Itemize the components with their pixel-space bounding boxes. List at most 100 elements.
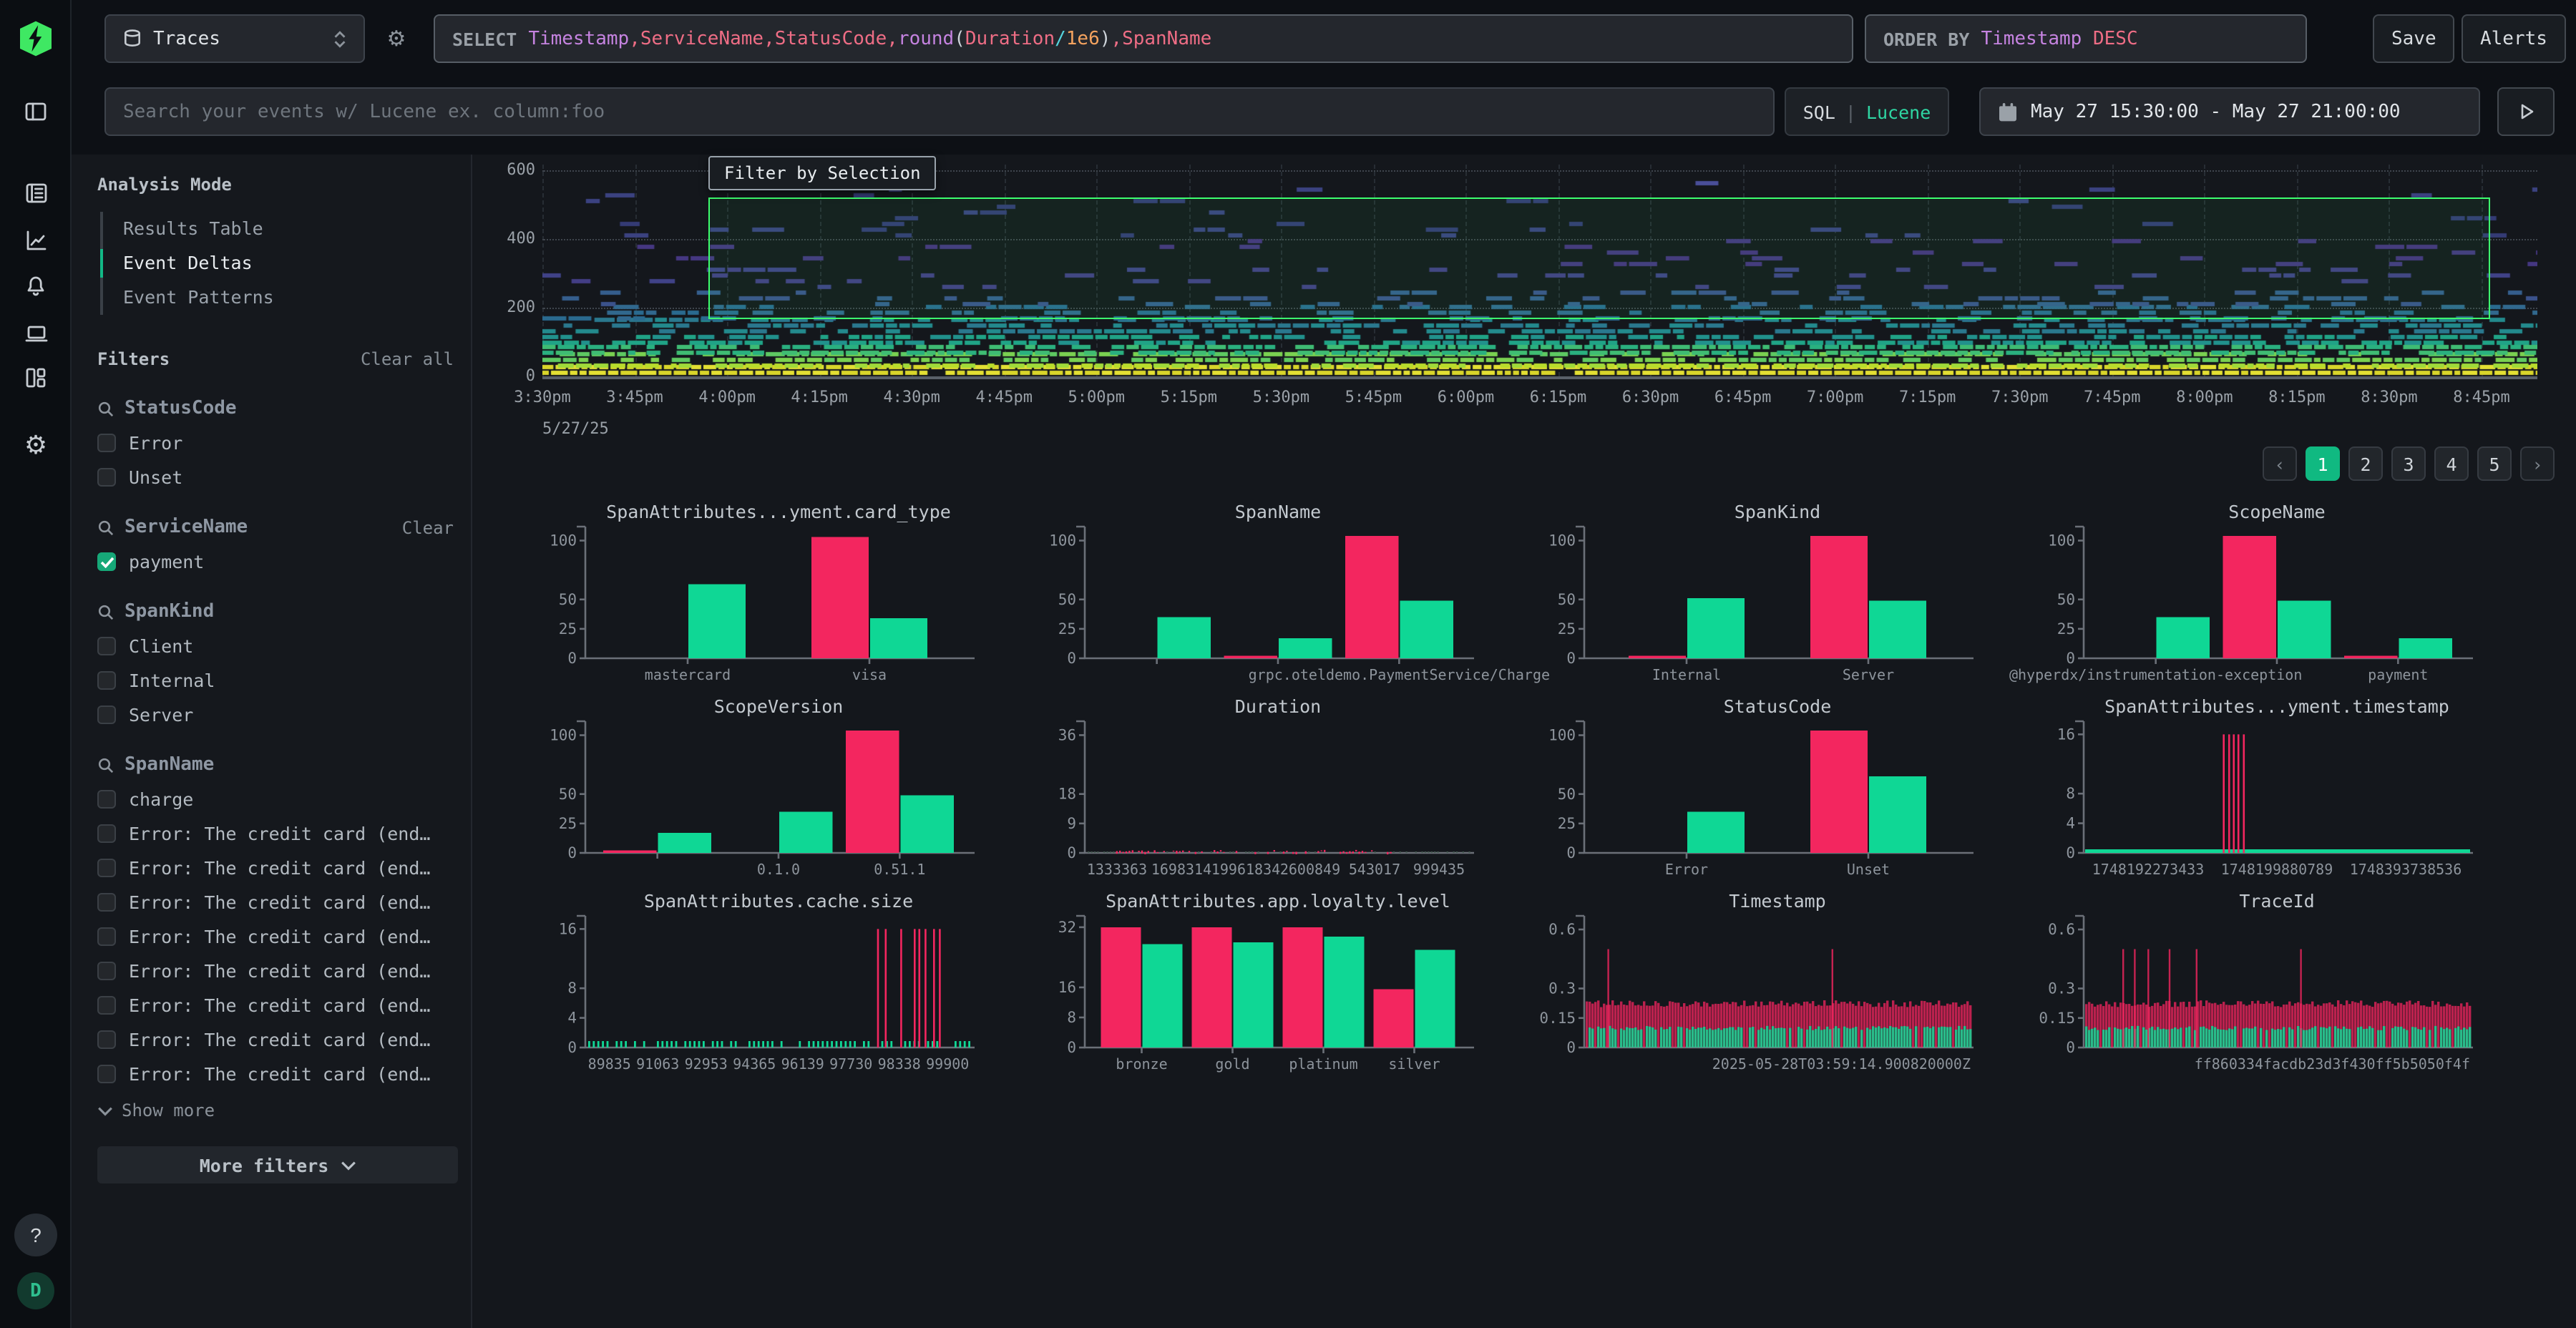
alerts-bell-icon[interactable] xyxy=(17,268,54,305)
source-settings-gear-icon[interactable]: ⚙ xyxy=(375,14,418,63)
timeline-time-label: 5:00pm xyxy=(1068,388,1126,406)
mini-chart-loyalty-level[interactable]: SpanAttributes.app.loyalty.level081632br… xyxy=(1019,887,1477,1082)
order-by-input[interactable]: ORDER BY Timestamp DESC xyxy=(1865,14,2307,63)
filter-checkbox-row[interactable]: Error: The credit card (end… xyxy=(97,960,454,982)
help-button[interactable]: ? xyxy=(14,1214,57,1256)
checkbox[interactable] xyxy=(97,552,116,571)
nav-rail: ⚙ ? D xyxy=(0,0,72,1328)
checkbox[interactable] xyxy=(97,434,116,452)
settings-gear-icon[interactable]: ⚙ xyxy=(17,428,54,465)
dashboards-icon[interactable] xyxy=(17,359,54,396)
checkbox[interactable] xyxy=(97,1065,116,1083)
mini-chart-card-type[interactable]: SpanAttributes...yment.card_type02550100… xyxy=(519,498,977,693)
mini-chart-timestamp[interactable]: Timestamp00.150.30.62025-05-28T03:59:14.… xyxy=(1518,887,1976,1082)
filter-checkbox-row[interactable]: Error: The credit card (end… xyxy=(97,995,454,1016)
page-button-4[interactable]: 4 xyxy=(2434,446,2469,481)
sessions-laptop-icon[interactable] xyxy=(17,315,54,352)
filter-checkbox-row[interactable]: Error xyxy=(97,432,454,454)
svg-text:SpanAttributes...yment.card_ty: SpanAttributes...yment.card_type xyxy=(606,502,951,522)
chart-explorer-icon[interactable] xyxy=(17,222,54,259)
checkbox[interactable] xyxy=(97,706,116,724)
alerts-button[interactable]: Alerts xyxy=(2462,14,2566,63)
filter-checkbox-row[interactable]: Error: The credit card (end… xyxy=(97,1063,454,1085)
svg-text:100: 100 xyxy=(1548,532,1576,550)
mini-chart-status-code[interactable]: StatusCode02550100ErrorUnset xyxy=(1518,693,1976,887)
filter-checkbox-row[interactable]: Error: The credit card (end… xyxy=(97,892,454,913)
mini-chart-duration[interactable]: Duration09183613333631698314199618342600… xyxy=(1019,693,1477,887)
mini-chart-trace-id[interactable]: TraceId00.150.30.6ff860334facdb23d3f430f… xyxy=(2018,887,2476,1082)
panel-toggle-icon[interactable] xyxy=(17,93,54,130)
page-next-button[interactable]: › xyxy=(2520,446,2555,481)
filter-group-name: ServiceName xyxy=(125,517,248,538)
analysis-mode-event-deltas[interactable]: Event Deltas xyxy=(103,246,454,280)
checkbox[interactable] xyxy=(97,790,116,809)
clear-filter-link[interactable]: Clear xyxy=(402,517,454,537)
page-button-3[interactable]: 3 xyxy=(2391,446,2426,481)
checkbox[interactable] xyxy=(97,1030,116,1049)
checkbox[interactable] xyxy=(97,468,116,487)
page-button-1[interactable]: 1 xyxy=(2306,446,2340,481)
clear-all-link[interactable]: Clear all xyxy=(361,349,454,369)
filter-checkbox-row[interactable]: Client xyxy=(97,635,454,657)
checkbox[interactable] xyxy=(97,824,116,843)
page-button-5[interactable]: 5 xyxy=(2477,446,2512,481)
checkbox[interactable] xyxy=(97,927,116,946)
filter-checkbox-row[interactable]: Server xyxy=(97,704,454,726)
svg-text:SpanName: SpanName xyxy=(1235,502,1321,522)
page-prev-button[interactable]: ‹ xyxy=(2263,446,2297,481)
source-select[interactable]: Traces xyxy=(104,14,365,63)
mini-chart-scope-version[interactable]: ScopeVersion025501000.1.00.51.1 xyxy=(519,693,977,887)
filter-checkbox-row[interactable]: Error: The credit card (end… xyxy=(97,926,454,947)
checkbox-label: Internal xyxy=(129,670,215,691)
svg-text:silver: silver xyxy=(1388,1055,1440,1073)
user-avatar[interactable]: D xyxy=(17,1272,54,1309)
checkbox-label: Error: The credit card (end… xyxy=(129,926,430,947)
filter-checkbox-row[interactable]: charge xyxy=(97,788,454,810)
filter-checkbox-row[interactable]: Error: The credit card (end… xyxy=(97,823,454,844)
search-logs-icon[interactable] xyxy=(17,175,54,212)
mini-chart-payment-timestamp[interactable]: SpanAttributes...yment.timestamp04816174… xyxy=(2018,693,2476,887)
filter-checkbox-row[interactable]: Error: The credit card (end… xyxy=(97,857,454,879)
svg-text:100: 100 xyxy=(1049,532,1076,550)
mini-chart-span-name[interactable]: SpanName02550100grpc.oteldemo.PaymentSer… xyxy=(1019,498,1477,693)
selection-region[interactable] xyxy=(708,197,2490,318)
checkbox[interactable] xyxy=(97,859,116,877)
show-more-link[interactable]: Show more xyxy=(97,1100,454,1120)
checkbox[interactable] xyxy=(97,671,116,690)
chevron-down-icon xyxy=(340,1160,356,1170)
checkbox[interactable] xyxy=(97,893,116,912)
save-button[interactable]: Save xyxy=(2373,14,2455,63)
svg-text:0: 0 xyxy=(567,650,577,667)
analysis-mode-event-patterns[interactable]: Event Patterns xyxy=(103,280,454,315)
sql-mode-option[interactable]: SQL xyxy=(1803,101,1835,122)
mini-chart-span-kind[interactable]: SpanKind02550100InternalServer xyxy=(1518,498,1976,693)
more-filters-button[interactable]: More filters xyxy=(97,1146,458,1183)
filter-checkbox-row[interactable]: Unset xyxy=(97,467,454,488)
mini-chart-cache-size[interactable]: SpanAttributes.cache.size048168983591063… xyxy=(519,887,977,1082)
search-input[interactable] xyxy=(104,87,1775,136)
select-clause-input[interactable]: SELECT Timestamp,ServiceName,StatusCode,… xyxy=(434,14,1853,63)
checkbox[interactable] xyxy=(97,996,116,1015)
more-filters-label: More filters xyxy=(200,1154,329,1176)
chevron-down-icon xyxy=(97,1105,113,1115)
svg-text:25: 25 xyxy=(1558,815,1576,832)
timeline-time-label: 4:30pm xyxy=(883,388,940,406)
page-button-2[interactable]: 2 xyxy=(2348,446,2383,481)
timeline-time-label: 8:45pm xyxy=(2453,388,2510,406)
lucene-mode-option[interactable]: Lucene xyxy=(1866,101,1931,122)
analysis-mode-results-table[interactable]: Results Table xyxy=(103,212,454,246)
checkmark-icon xyxy=(99,556,114,567)
svg-text:94365: 94365 xyxy=(733,1055,776,1073)
mini-chart-scope-name[interactable]: ScopeName02550100@hyperdx/instrumentatio… xyxy=(2018,498,2476,693)
svg-text:0.6: 0.6 xyxy=(2048,921,2075,938)
checkbox[interactable] xyxy=(97,962,116,980)
filter-checkbox-row[interactable]: Internal xyxy=(97,670,454,691)
run-query-button[interactable] xyxy=(2497,87,2555,136)
query-language-toggle[interactable]: SQL | Lucene xyxy=(1785,87,1949,136)
filter-checkbox-row[interactable]: Error: The credit card (end… xyxy=(97,1029,454,1050)
hyperdx-logo-icon[interactable] xyxy=(17,20,54,57)
checkbox[interactable] xyxy=(97,637,116,655)
filter-by-selection-tooltip[interactable]: Filter by Selection xyxy=(708,156,937,190)
date-range-picker[interactable]: May 27 15:30:00 - May 27 21:00:00 xyxy=(1979,87,2480,136)
filter-checkbox-row[interactable]: payment xyxy=(97,551,454,572)
